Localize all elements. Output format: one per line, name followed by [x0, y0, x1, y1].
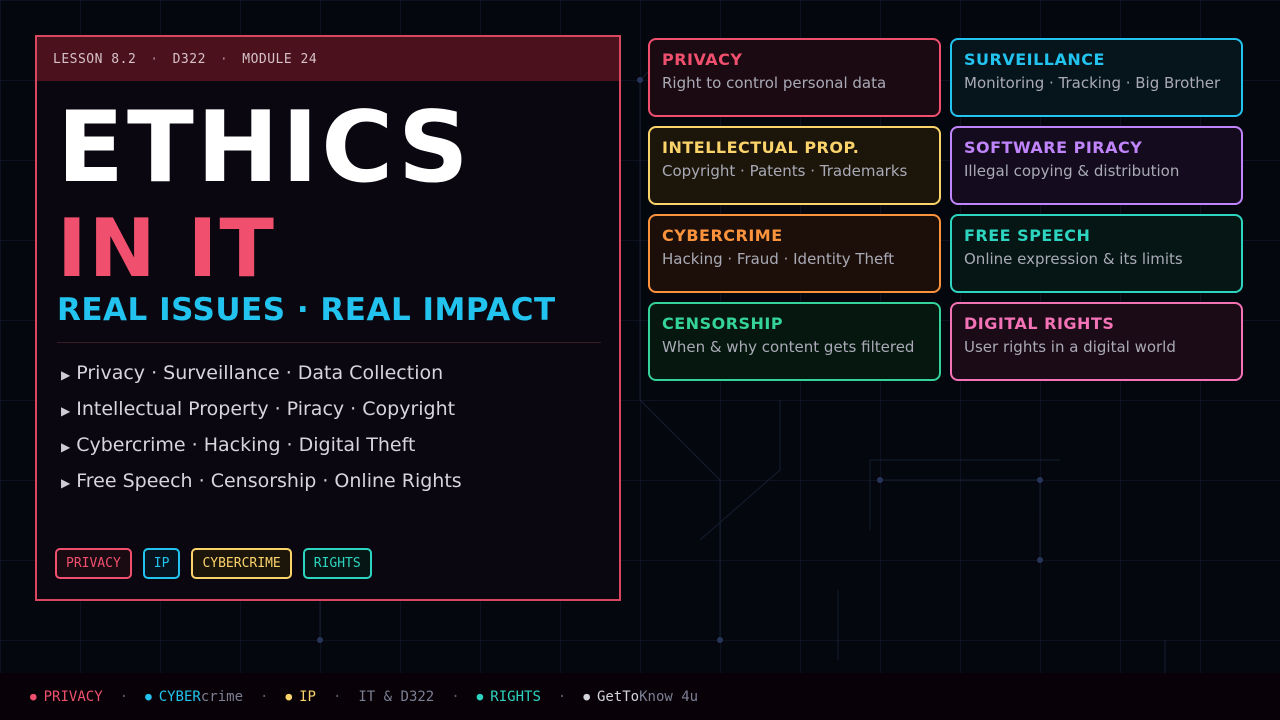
card-free-speech: FREE SPEECH Online expression & its limi…: [950, 214, 1243, 293]
lesson-header: LESSON 8.2 · D322 · MODULE 24: [37, 37, 619, 81]
card-censorship: CENSORSHIP When & why content gets filte…: [648, 302, 941, 381]
footer-brand-rest: Know 4u: [639, 688, 699, 705]
card-description: Online expression & its limits: [964, 250, 1183, 268]
card-title: CENSORSHIP: [662, 314, 784, 333]
bullet-arrow-icon: ▶: [61, 476, 71, 490]
footer-item-rights: ● RIGHTS: [477, 689, 541, 705]
page-title-accent: IN IT: [57, 202, 276, 295]
card-description: Illegal copying & distribution: [964, 162, 1180, 180]
header-separator: ·: [150, 51, 159, 67]
list-item: ▶ Free Speech · Censorship · Online Right…: [61, 463, 462, 499]
list-item-text: Free Speech · Censorship · Online Rights: [76, 470, 462, 492]
card-title: INTELLECTUAL PROP.: [662, 138, 860, 157]
footer-item-privacy: ● PRIVACY: [30, 689, 103, 705]
course-code: D322: [172, 51, 206, 67]
list-item-text: Privacy · Surveillance · Data Collection: [76, 362, 444, 384]
card-description: Hacking · Fraud · Identity Theft: [662, 250, 895, 268]
footer-separator: ·: [119, 688, 129, 705]
footer-course: IT & D322: [358, 688, 435, 705]
card-description: Monitoring · Tracking · Big Brother: [964, 74, 1221, 92]
page-title: ETHICS: [57, 91, 472, 205]
list-item-text: Intellectual Property · Piracy · Copyrig…: [76, 398, 456, 420]
card-description: When & why content gets filtered: [662, 338, 915, 356]
card-privacy: PRIVACY Right to control personal data: [648, 38, 941, 117]
card-title: FREE SPEECH: [964, 226, 1091, 245]
page-subtitle: REAL ISSUES · REAL IMPACT: [57, 292, 556, 328]
card-title: DIGITAL RIGHTS: [964, 314, 1115, 333]
bullet-arrow-icon: ▶: [61, 368, 71, 382]
footer-separator: ·: [557, 688, 567, 705]
footer-rights-label: RIGHTS: [490, 688, 541, 705]
card-title: PRIVACY: [662, 50, 743, 69]
card-title: SURVEILLANCE: [964, 50, 1105, 69]
card-description: Right to control personal data: [662, 74, 887, 92]
module-number: MODULE 24: [242, 51, 318, 67]
dot-icon: ●: [30, 690, 37, 703]
bullet-arrow-icon: ▶: [61, 404, 71, 418]
topic-list: ▶ Privacy · Surveillance · Data Collectio…: [61, 355, 462, 499]
footer-cyber-rest: crime: [200, 688, 244, 705]
footer-separator: ·: [260, 688, 269, 705]
dot-icon: ●: [583, 690, 590, 703]
dot-icon: ●: [145, 690, 152, 703]
footer-item-cybercrime: ● CYBER crime: [145, 689, 243, 705]
card-title: CYBERCRIME: [662, 226, 783, 245]
list-item: ▶ Cybercrime · Hacking · Digital Theft: [61, 427, 462, 463]
footer-separator: ·: [332, 688, 342, 705]
footer-privacy-label: PRIVACY: [43, 688, 103, 705]
footer-item-brand: ● GetTo Know 4u: [583, 689, 698, 705]
tag-row: PRIVACY IP CYBERCRIME RIGHTS: [55, 548, 372, 579]
dot-icon: ●: [476, 690, 484, 703]
footer-brand-strong: GetTo: [596, 688, 640, 705]
card-intellectual-property: INTELLECTUAL PROP. Copyright · Patents ·…: [648, 126, 941, 205]
card-software-piracy: SOFTWARE PIRACY Illegal copying & distri…: [950, 126, 1243, 205]
footer-ip-label: IP: [299, 688, 316, 705]
lesson-number: LESSON 8.2: [53, 51, 137, 67]
list-item: ▶ Intellectual Property · Piracy · Copyri…: [61, 391, 462, 427]
card-cybercrime: CYBERCRIME Hacking · Fraud · Identity Th…: [648, 214, 941, 293]
footer-cyber-strong: CYBER: [158, 688, 201, 705]
card-description: User rights in a digital world: [964, 338, 1176, 356]
card-digital-rights: DIGITAL RIGHTS User rights in a digital …: [950, 302, 1243, 381]
card-description: Copyright · Patents · Trademarks: [662, 162, 908, 180]
bullet-arrow-icon: ▶: [61, 440, 71, 454]
card-title: SOFTWARE PIRACY: [964, 138, 1143, 157]
tag-cybercrime: CYBERCRIME: [191, 548, 292, 579]
tag-ip: IP: [142, 548, 181, 579]
lesson-panel: LESSON 8.2 · D322 · MODULE 24 ETHICS IN …: [35, 35, 621, 601]
footer-item-ip: ● IP: [285, 689, 315, 705]
list-item-text: Cybercrime · Hacking · Digital Theft: [76, 434, 416, 456]
header-separator: ·: [219, 51, 229, 67]
footer-bar: ● PRIVACY · ● CYBER crime · ● IP · IT & D…: [0, 673, 1280, 720]
tag-privacy: PRIVACY: [55, 548, 132, 579]
divider: [57, 342, 601, 343]
card-surveillance: SURVEILLANCE Monitoring · Tracking · Big…: [950, 38, 1243, 117]
dot-icon: ●: [285, 690, 293, 703]
topic-cards: PRIVACY Right to control personal data S…: [648, 38, 1243, 381]
tag-rights: RIGHTS: [302, 548, 372, 579]
list-item: ▶ Privacy · Surveillance · Data Collectio…: [61, 355, 462, 391]
footer-separator: ·: [451, 688, 460, 705]
